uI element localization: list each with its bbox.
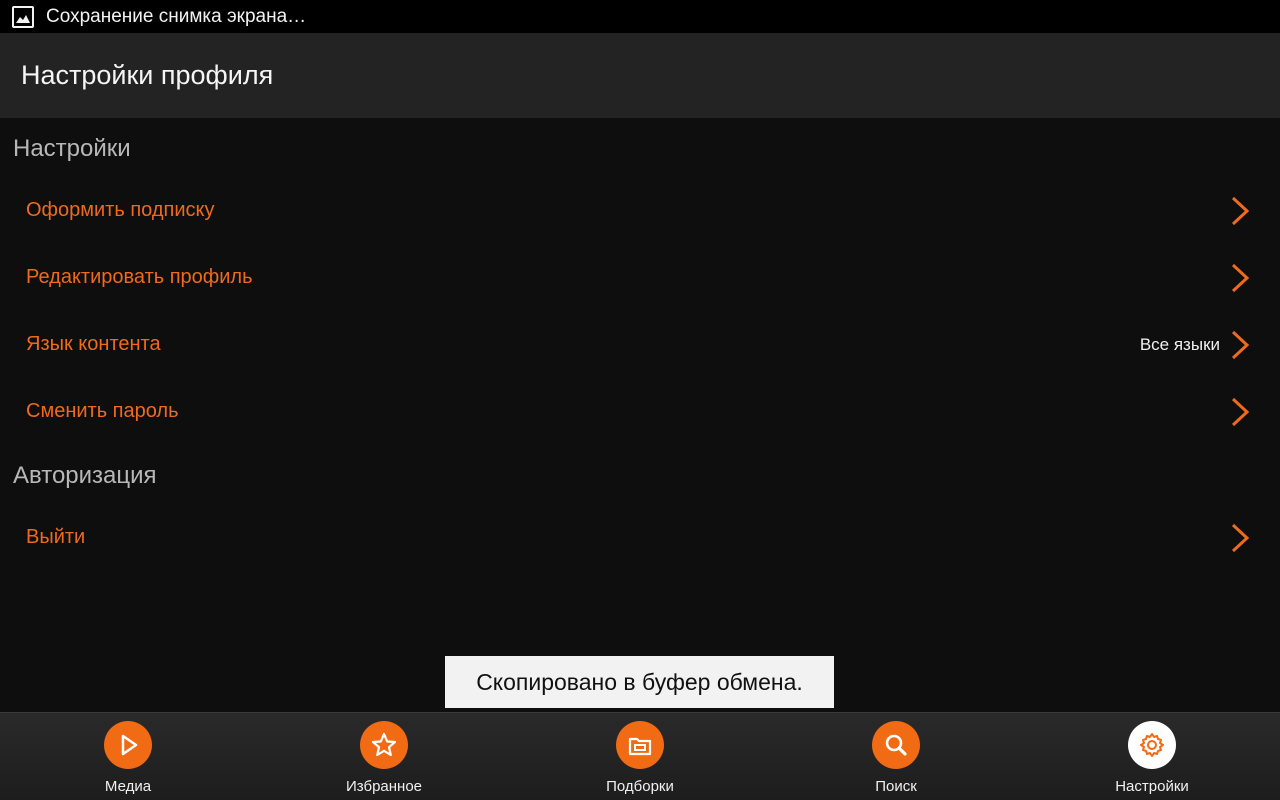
- action-bar: Настройки профиля: [0, 33, 1280, 118]
- settings-list: Настройки Оформить подписку Редактироват…: [0, 118, 1280, 712]
- chevron-right-icon: [1231, 397, 1250, 426]
- toast-message: Скопировано в буфер обмена.: [445, 656, 834, 708]
- nav-label: Подборки: [606, 778, 674, 795]
- row-value: Все языки: [1139, 334, 1220, 354]
- chevron-right-icon: [1231, 263, 1250, 292]
- nav-label: Избранное: [345, 778, 423, 795]
- section-header-settings: Настройки: [13, 135, 131, 162]
- chevron-right-icon: [1231, 330, 1250, 359]
- row-label: Редактировать профиль: [26, 266, 253, 288]
- row-label: Выйти: [26, 526, 86, 548]
- star-icon: [360, 721, 408, 769]
- nav-item-settings[interactable]: Настройки: [1024, 713, 1280, 800]
- gear-icon: [1128, 721, 1176, 769]
- row-change-password[interactable]: Сменить пароль: [0, 378, 1280, 445]
- row-edit-profile[interactable]: Редактировать профиль: [0, 244, 1280, 311]
- search-icon: [872, 721, 920, 769]
- nav-label: Медиа: [104, 778, 152, 795]
- chevron-right-icon: [1231, 196, 1250, 225]
- nav-item-media[interactable]: Медиа: [0, 713, 256, 800]
- row-content-language[interactable]: Язык контента Все языки: [0, 311, 1280, 378]
- chevron-right-icon: [1231, 523, 1250, 552]
- row-label: Сменить пароль: [26, 400, 179, 422]
- row-label: Оформить подписку: [26, 199, 215, 221]
- row-logout[interactable]: Выйти: [0, 504, 1280, 571]
- status-notification: Сохранение снимка экрана…: [46, 5, 307, 27]
- nav-label: Поиск: [875, 778, 917, 795]
- bottom-nav: Медиа Избранное Подборки Поиск Настройки: [0, 712, 1280, 800]
- nav-label: Настройки: [1115, 778, 1189, 795]
- status-bar: Сохранение снимка экрана…: [0, 0, 1280, 33]
- page-title: Настройки профиля: [21, 60, 274, 90]
- nav-item-collections[interactable]: Подборки: [512, 713, 768, 800]
- play-icon: [104, 721, 152, 769]
- folder-icon: [616, 721, 664, 769]
- row-label: Язык контента: [26, 333, 161, 355]
- nav-item-search[interactable]: Поиск: [768, 713, 1024, 800]
- nav-item-favorites[interactable]: Избранное: [256, 713, 512, 800]
- section-header-auth: Авторизация: [13, 462, 157, 489]
- image-icon: [12, 5, 34, 28]
- row-subscribe[interactable]: Оформить подписку: [0, 177, 1280, 244]
